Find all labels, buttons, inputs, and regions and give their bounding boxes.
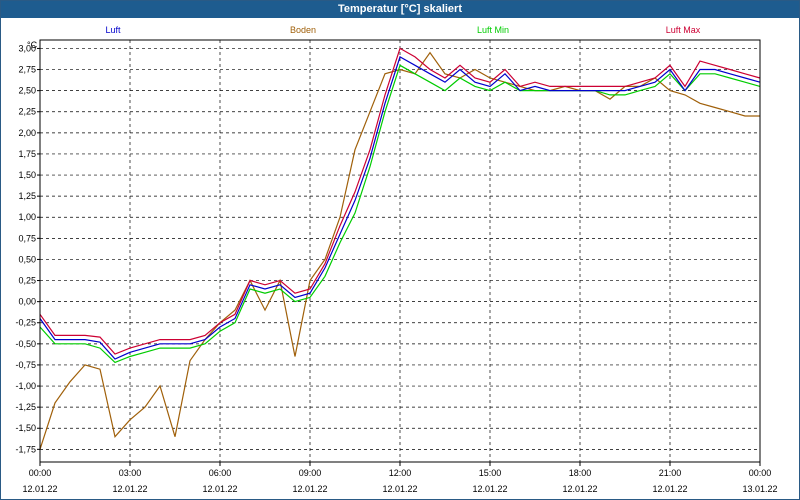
- x-tick-date: 12.01.22: [562, 484, 597, 494]
- x-tick-time: 15:00: [479, 468, 502, 478]
- y-tick-label: -0,25: [15, 318, 36, 328]
- grid: [39, 40, 761, 462]
- temperature-chart: 3,002,752,502,252,001,751,501,251,000,75…: [15, 25, 778, 494]
- y-tick-label: -1,75: [15, 444, 36, 454]
- x-tick-date: 12.01.22: [112, 484, 147, 494]
- x-axis-ticks: 00:00 12.01.22 03:00 12.01.22 06:00 12.01.22 0…: [22, 462, 778, 494]
- y-tick-label: 2,00: [18, 128, 36, 138]
- x-tick-date: 12.01.22: [652, 484, 687, 494]
- y-tick-label: 2,25: [18, 107, 36, 117]
- x-tick-time: 12:00: [389, 468, 412, 478]
- y-tick-label: 1,50: [18, 170, 36, 180]
- y-tick-label: -0,50: [15, 339, 36, 349]
- x-tick-time: 21:00: [659, 468, 682, 478]
- y-tick-label: 2,50: [18, 86, 36, 96]
- legend-entry-luft: Luft: [105, 25, 121, 35]
- x-tick-date: 13.01.22: [742, 484, 777, 494]
- x-tick-time: 00:00: [749, 468, 772, 478]
- y-tick-label: 1,75: [18, 149, 36, 159]
- y-axis-ticks: 3,002,752,502,252,001,751,501,251,000,75…: [15, 43, 40, 454]
- y-tick-label: -0,75: [15, 360, 36, 370]
- x-tick-time: 06:00: [209, 468, 232, 478]
- x-tick-time: 03:00: [119, 468, 142, 478]
- y-axis-label: °C: [27, 40, 38, 50]
- x-tick-time: 09:00: [299, 468, 322, 478]
- y-tick-label: -1,25: [15, 402, 36, 412]
- y-tick-label: 0,25: [18, 276, 36, 286]
- legend-entry-boden: Boden: [290, 25, 316, 35]
- y-tick-label: 0,50: [18, 254, 36, 264]
- x-tick-date: 12.01.22: [292, 484, 327, 494]
- y-tick-label: 0,00: [18, 297, 36, 307]
- y-tick-label: 1,25: [18, 191, 36, 201]
- y-tick-label: 1,00: [18, 212, 36, 222]
- x-tick-date: 12.01.22: [202, 484, 237, 494]
- y-tick-label: -1,50: [15, 423, 36, 433]
- legend: Luft Boden Luft Min Luft Max: [105, 25, 700, 35]
- y-tick-label: 0,75: [18, 233, 36, 243]
- y-tick-label: 2,75: [18, 65, 36, 75]
- x-tick-date: 12.01.22: [472, 484, 507, 494]
- y-tick-label: -1,00: [15, 381, 36, 391]
- x-tick-time: 00:00: [29, 468, 52, 478]
- x-tick-time: 18:00: [569, 468, 592, 478]
- x-tick-date: 12.01.22: [22, 484, 57, 494]
- legend-entry-luft-min: Luft Min: [477, 25, 509, 35]
- legend-entry-luft-max: Luft Max: [666, 25, 701, 35]
- x-tick-date: 12.01.22: [382, 484, 417, 494]
